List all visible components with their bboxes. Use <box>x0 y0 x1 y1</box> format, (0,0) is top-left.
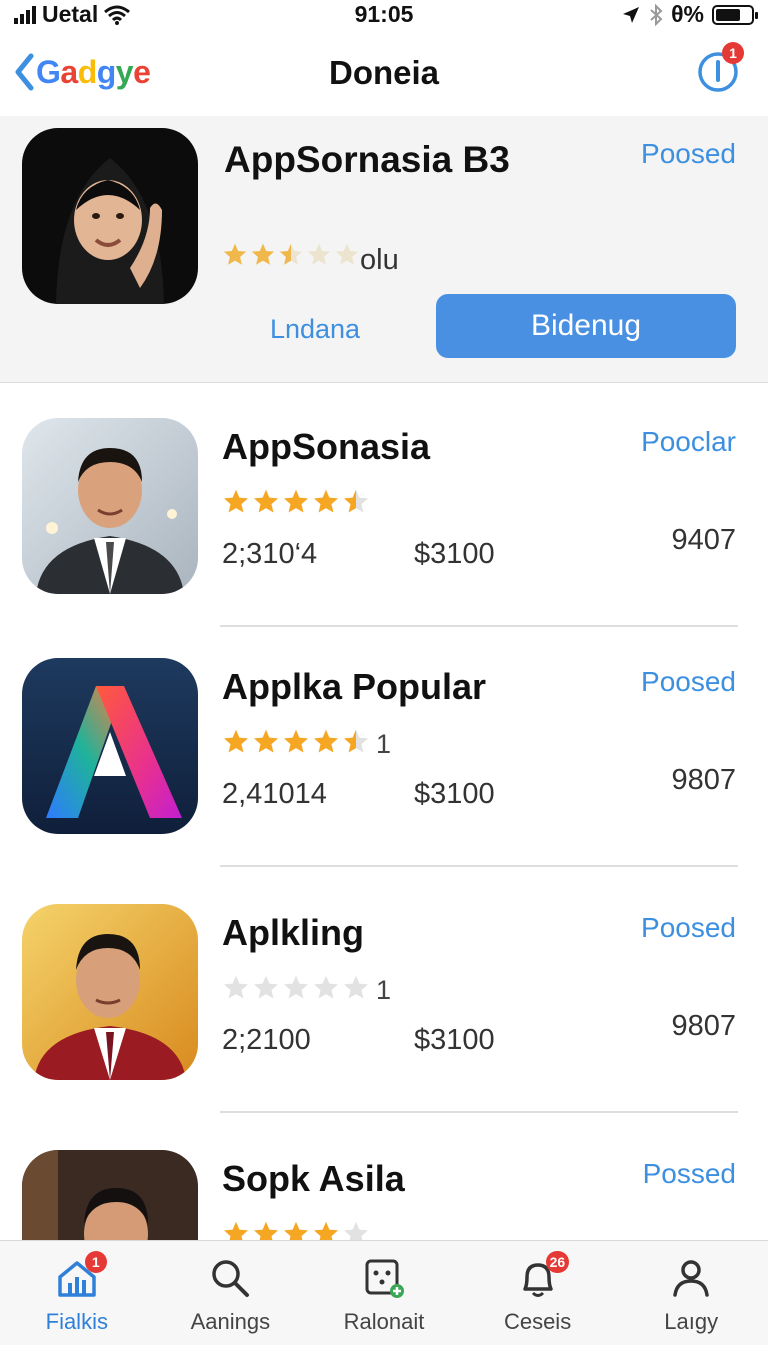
man-portrait-icon <box>22 904 198 1080</box>
page-title: Doneia <box>328 54 440 91</box>
divider <box>220 865 738 867</box>
star-icon <box>307 243 331 265</box>
woman-portrait-icon <box>22 128 198 304</box>
rating-stars <box>222 974 372 1007</box>
location-icon <box>623 6 640 23</box>
battery-percent: θ% <box>671 1 704 27</box>
app-thumbnail <box>22 658 198 834</box>
rating-stars <box>222 728 372 761</box>
tab-badge: 1 <box>84 1251 107 1273</box>
featured-rating-count: olu <box>360 244 399 276</box>
battery-fill <box>716 8 740 21</box>
tab-label: Ralonait <box>343 1309 425 1334</box>
star-icon <box>283 489 309 513</box>
app-thumbnail <box>22 904 198 1080</box>
rating-note: 1 <box>376 975 392 1005</box>
app-score: 9807 <box>671 764 736 796</box>
tab-ceseis[interactable]: 26 Ceseis <box>461 1241 615 1345</box>
games-icon <box>365 1259 404 1298</box>
star-icon <box>335 243 359 265</box>
star-icon <box>253 975 279 999</box>
tab-label: Ceseis <box>503 1309 572 1334</box>
star-icon <box>253 489 279 513</box>
app-rating-stars: 1 <box>222 974 391 1007</box>
star-icon <box>283 729 309 753</box>
notification-badge: 1 <box>722 42 744 64</box>
rating-stars <box>222 488 372 521</box>
primary-button[interactable]: Bidenug <box>436 294 736 358</box>
man-portrait-icon <box>22 418 198 594</box>
letter-a-logo-icon <box>22 658 198 834</box>
star-icon <box>223 975 249 999</box>
star-icon <box>253 729 279 753</box>
secondary-button[interactable]: Lndana <box>240 298 390 360</box>
info-button[interactable]: 1 <box>696 42 744 94</box>
featured-app-title: AppSornasia B3 <box>224 139 510 180</box>
battery-icon <box>712 4 758 25</box>
app-name: AppSonasia <box>222 426 431 467</box>
app-name: Sopk Asila <box>222 1158 405 1199</box>
app-list-item[interactable]: Applka Popular Poosed 1 2,41014 $3100 98… <box>0 622 768 867</box>
status-bar: Uetal 91:05 θ% <box>0 0 768 30</box>
featured-rating-stars <box>222 242 362 273</box>
star-icon <box>343 729 369 753</box>
star-icon <box>343 489 369 513</box>
app-list-item[interactable]: Aplkling Poosed 1 2;2100 $3100 9807 <box>0 868 768 1113</box>
tab-laigy[interactable]: Laıgy <box>614 1241 768 1345</box>
app-price: $3100 <box>414 778 495 810</box>
app-rating-stars: 1 <box>222 728 391 761</box>
featured-app-thumbnail <box>22 128 198 304</box>
tab-aanings[interactable]: Aanings <box>154 1241 308 1345</box>
search-icon <box>212 1260 250 1297</box>
featured-status-link[interactable]: Poosed <box>641 138 736 170</box>
app-status-link[interactable]: Possed <box>643 1158 736 1190</box>
person-icon <box>673 1260 709 1297</box>
tab-label: Laıgy <box>664 1309 719 1334</box>
divider <box>220 1111 738 1113</box>
app-downloads: 2;310‘4 <box>222 538 318 570</box>
app-score: 9807 <box>671 1010 736 1042</box>
rating-note: 1 <box>376 729 392 759</box>
app-status-link[interactable]: Poosed <box>641 912 736 944</box>
app-status-link[interactable]: Pooclar <box>641 426 736 458</box>
tab-ralonait[interactable]: Ralonait <box>307 1241 461 1345</box>
tab-label: Aanings <box>190 1309 271 1334</box>
app-score: 9407 <box>671 524 736 556</box>
star-icon <box>223 489 249 513</box>
app-downloads: 2,41014 <box>222 778 327 810</box>
app-name: Applka Popular <box>222 666 487 707</box>
app-thumbnail <box>22 418 198 594</box>
bluetooth-icon <box>650 3 663 26</box>
status-right: θ% <box>621 1 758 28</box>
app-price: $3100 <box>414 538 495 570</box>
app-price: $3100 <box>414 1024 495 1056</box>
star-icon <box>279 243 303 265</box>
app-rating-stars <box>222 488 376 521</box>
tab-badge: 26 <box>545 1251 570 1273</box>
app-name: Aplkling <box>222 912 364 953</box>
tab-bar: 1 Fialkis Aanings Ralonait 26 Ceseis Laı… <box>0 1240 768 1345</box>
star-icon <box>223 243 247 265</box>
tab-fialkis[interactable]: 1 Fialkis <box>0 1241 154 1345</box>
featured-app-card: AppSornasia B3 olu Poosed Lndana Bidenug <box>0 116 768 383</box>
app-list-item[interactable]: AppSonasia Pooclar 2;310‘4 $3100 9407 <box>0 382 768 627</box>
tab-label: Fialkis <box>45 1309 108 1334</box>
app-downloads: 2;2100 <box>222 1024 311 1056</box>
star-icon <box>251 243 275 265</box>
star-icon <box>313 489 339 513</box>
star-icon <box>283 975 309 999</box>
star-icon <box>223 729 249 753</box>
star-icon <box>343 975 369 999</box>
app-status-link[interactable]: Poosed <box>641 666 736 698</box>
star-icon <box>313 729 339 753</box>
star-icon <box>313 975 339 999</box>
nav-bar: Gadgye Doneia 1 <box>0 36 768 116</box>
